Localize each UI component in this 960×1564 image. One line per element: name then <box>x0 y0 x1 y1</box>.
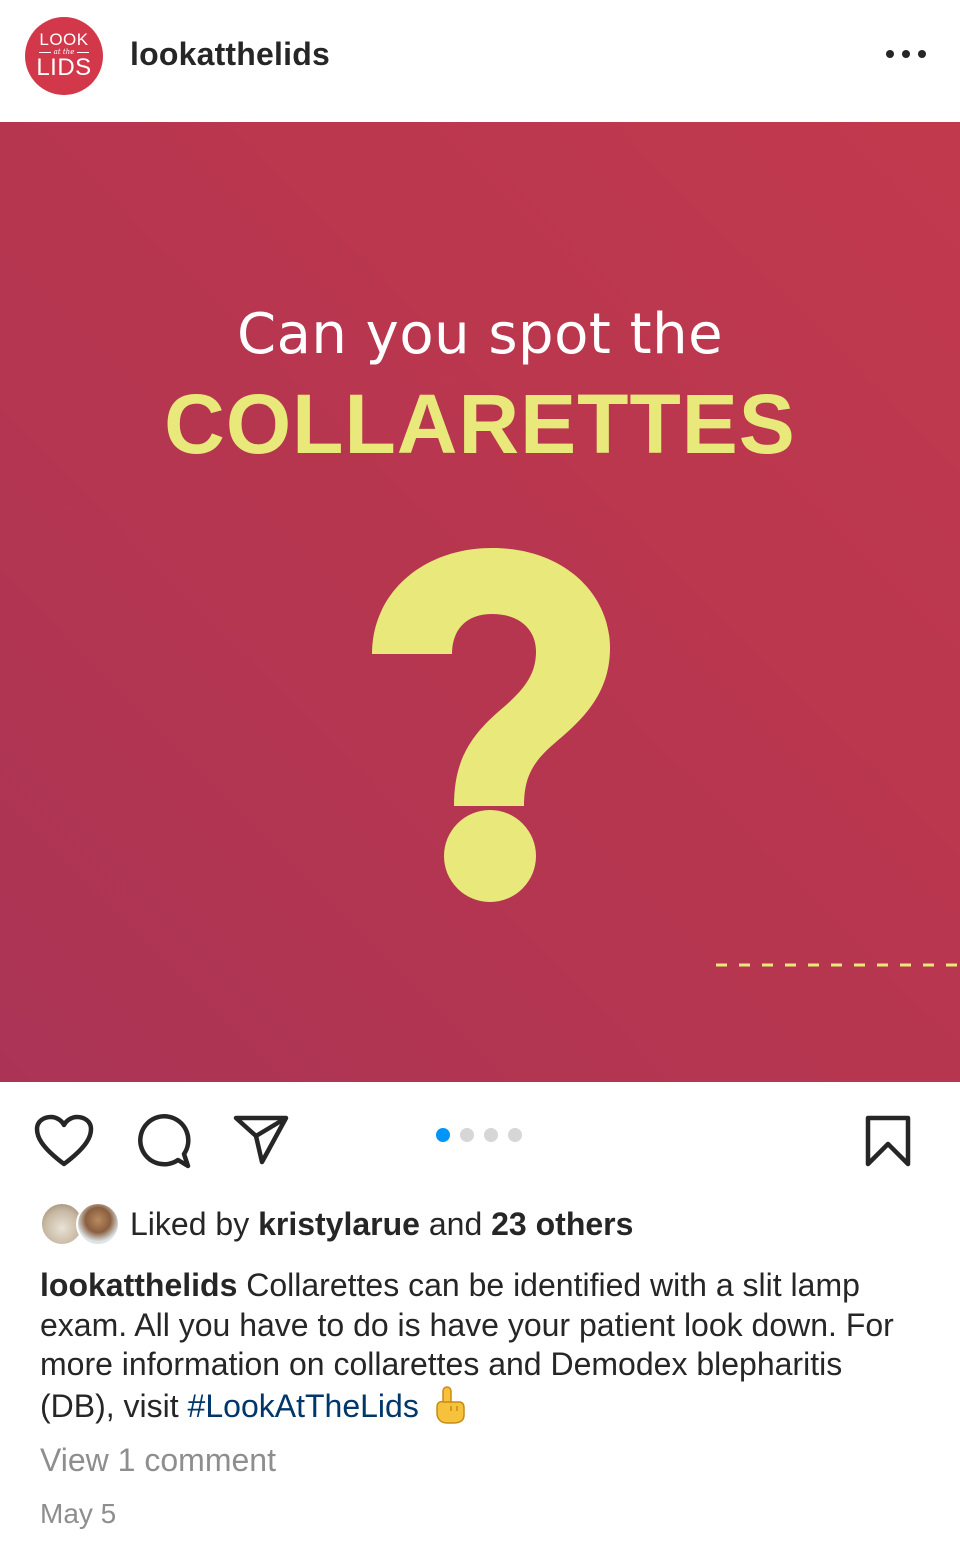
caption-username[interactable]: lookatthelids <box>40 1267 237 1303</box>
likes-and: and <box>428 1206 483 1242</box>
pointing-up-hand-icon <box>436 1385 465 1424</box>
send-icon[interactable] <box>232 1114 290 1166</box>
likes-prefix: Liked by <box>130 1206 250 1242</box>
carousel-dot-1 <box>436 1128 450 1142</box>
likes-others[interactable]: 23 others <box>491 1206 633 1242</box>
bookmark-icon[interactable] <box>862 1114 914 1168</box>
liker-avatars[interactable] <box>40 1202 120 1246</box>
post-username[interactable]: lookatthelids <box>130 36 330 73</box>
liker-avatar <box>76 1202 120 1246</box>
likes-summary[interactable]: Liked by kristylarue and 23 others <box>130 1206 633 1243</box>
logo-text-top: LOOK <box>39 30 89 49</box>
post-image[interactable]: Can you spot the COLLARETTES <box>0 122 960 1082</box>
image-headline: Can you spot the <box>236 302 724 367</box>
logo-text-bottom: LIDS <box>36 54 92 81</box>
carousel-dot-4 <box>508 1128 522 1142</box>
post-caption: lookatthelids Collarettes can be identif… <box>40 1266 920 1426</box>
carousel-dot-3 <box>484 1128 498 1142</box>
post-header: LOOK at the LIDS lookatthelids <box>0 0 960 122</box>
post-date: May 5 <box>40 1498 117 1529</box>
view-comments-link[interactable]: View 1 comment <box>40 1442 276 1479</box>
liker-username[interactable]: kristylarue <box>258 1206 420 1242</box>
more-horizontal-icon[interactable] <box>884 44 928 64</box>
carousel-indicator <box>436 1128 522 1142</box>
decorative-dashes <box>716 963 960 967</box>
heart-icon[interactable] <box>34 1114 94 1168</box>
carousel-dot-2 <box>460 1128 474 1142</box>
profile-avatar[interactable]: LOOK at the LIDS <box>25 17 103 95</box>
question-mark-icon <box>372 548 610 902</box>
image-headline-emphasis: COLLARETTES <box>164 377 796 471</box>
caption-hashtag[interactable]: #LookAtTheLids <box>188 1388 419 1424</box>
comment-icon[interactable] <box>134 1114 192 1170</box>
